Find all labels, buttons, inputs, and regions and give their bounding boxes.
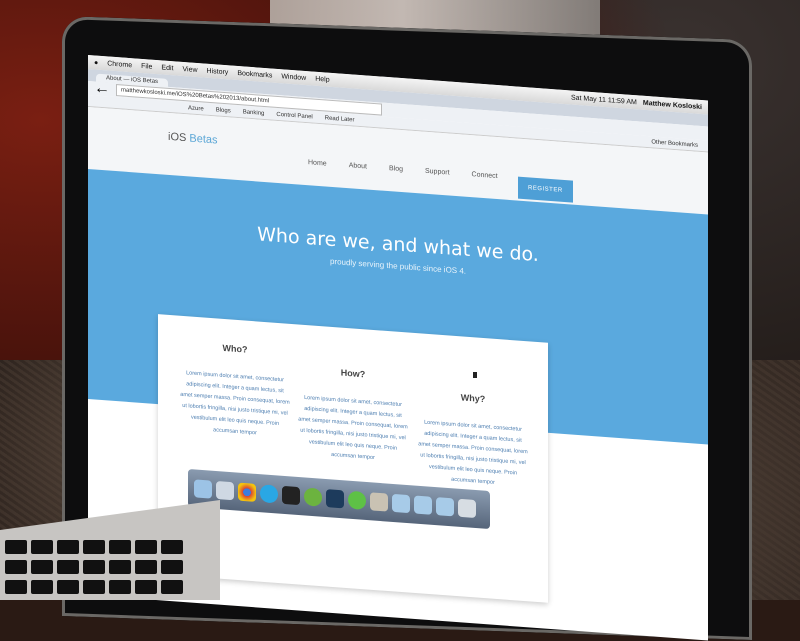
menu-view[interactable]: View: [182, 65, 197, 73]
key[interactable]: [31, 580, 53, 594]
photoshop-icon[interactable]: [326, 489, 344, 509]
menubar-clock[interactable]: Sat May 11 11:59 AM: [571, 94, 637, 106]
why-body: Lorem ipsum dolor sit amet, consectetur …: [418, 419, 528, 486]
hero-section: Who are we, and what we do. proudly serv…: [88, 169, 708, 603]
key[interactable]: [109, 580, 131, 594]
how-heading: How?: [340, 367, 366, 380]
why-column: Why? Lorem ipsum dolor sit amet, consect…: [418, 389, 528, 491]
menu-chrome[interactable]: Chrome: [107, 60, 132, 69]
who-column: Who? Lorem ipsum dolor sit amet, consect…: [180, 340, 290, 442]
nav-about[interactable]: About: [349, 162, 367, 170]
why-heading: Why?: [460, 392, 486, 405]
key[interactable]: [5, 540, 27, 554]
automator-icon[interactable]: [370, 492, 388, 512]
messages-icon[interactable]: [348, 490, 366, 510]
bookmark-item[interactable]: Control Panel: [276, 111, 312, 120]
key-row: [5, 540, 183, 556]
key[interactable]: [57, 580, 79, 594]
key[interactable]: [135, 560, 157, 574]
key[interactable]: [83, 580, 105, 594]
apple-icon[interactable]: ●: [94, 59, 98, 66]
terminal-icon[interactable]: [282, 485, 300, 506]
folder-icon[interactable]: [436, 497, 454, 517]
menubar-user[interactable]: Matthew Kosloski: [643, 99, 702, 110]
key[interactable]: [161, 540, 183, 554]
key[interactable]: [135, 540, 157, 554]
nav-blog[interactable]: Blog: [389, 165, 403, 173]
key[interactable]: [57, 540, 79, 554]
mouse-cursor: [473, 372, 477, 378]
other-bookmarks[interactable]: Other Bookmarks: [651, 139, 698, 148]
register-button[interactable]: REGISTER: [518, 176, 573, 203]
site-logo[interactable]: iOS Betas: [168, 131, 218, 147]
key[interactable]: [5, 580, 27, 594]
who-body: Lorem ipsum dolor sit amet, consectetur …: [180, 370, 290, 437]
finder-icon[interactable]: [194, 479, 212, 499]
nav-home[interactable]: Home: [308, 159, 327, 167]
folder-icon[interactable]: [414, 495, 432, 515]
key[interactable]: [109, 560, 131, 574]
app-icon[interactable]: [216, 480, 234, 501]
key[interactable]: [83, 560, 105, 574]
how-column: How? Lorem ipsum dolor sit amet, consect…: [298, 364, 408, 466]
folder-icon[interactable]: [392, 493, 410, 514]
key[interactable]: [31, 540, 53, 554]
bookmark-item[interactable]: Azure: [188, 105, 204, 112]
site-nav: Home About Blog Support Connect: [308, 159, 498, 180]
menu-history[interactable]: History: [207, 67, 229, 76]
menu-window[interactable]: Window: [281, 73, 306, 82]
skype-icon[interactable]: [260, 484, 278, 504]
key[interactable]: [161, 560, 183, 574]
menu-bookmarks[interactable]: Bookmarks: [237, 69, 272, 79]
how-body: Lorem ipsum dolor sit amet, consectetur …: [298, 394, 408, 462]
bookmark-item[interactable]: Read Later: [325, 115, 355, 123]
menu-help[interactable]: Help: [315, 75, 329, 83]
key[interactable]: [161, 580, 183, 594]
nav-connect[interactable]: Connect: [472, 171, 498, 180]
back-icon[interactable]: ←: [94, 79, 110, 98]
bookmark-item[interactable]: Banking: [243, 109, 265, 117]
menu-edit[interactable]: Edit: [161, 64, 173, 72]
key[interactable]: [31, 560, 53, 574]
nav-support[interactable]: Support: [425, 168, 450, 177]
who-heading: Who?: [222, 342, 248, 355]
bookmark-item[interactable]: Blogs: [216, 107, 231, 114]
key[interactable]: [135, 580, 157, 594]
key[interactable]: [5, 560, 27, 574]
trash-icon[interactable]: [458, 498, 476, 519]
key[interactable]: [83, 540, 105, 554]
spotify-icon[interactable]: [304, 487, 322, 507]
key[interactable]: [109, 540, 131, 554]
key[interactable]: [57, 560, 79, 574]
chrome-icon[interactable]: [238, 482, 256, 502]
menu-file[interactable]: File: [141, 62, 152, 70]
key-row: [5, 580, 183, 596]
key-row: [5, 560, 183, 576]
